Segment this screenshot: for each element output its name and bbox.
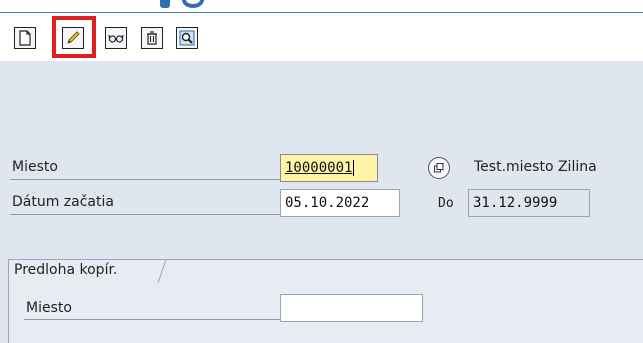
datum-from-input[interactable]: 05.10.2022 — [280, 189, 400, 217]
miesto-label: Miesto — [12, 159, 58, 175]
delete-button[interactable] — [141, 27, 163, 49]
highlight-box — [52, 16, 96, 58]
copy-template-tab-label: Predloha kopír. — [14, 262, 118, 278]
template-miesto-input[interactable] — [280, 294, 423, 322]
display-button[interactable] — [105, 27, 127, 49]
miesto-description: Test.miesto Zilina — [474, 159, 597, 175]
template-miesto-label: Miesto — [26, 300, 72, 316]
title-glyph-1 — [160, 0, 170, 8]
title-fragment — [160, 0, 218, 12]
template-miesto-underline — [24, 319, 280, 320]
miesto-input[interactable]: 10000001 — [280, 154, 378, 182]
trash-icon — [147, 31, 157, 45]
where-used-button[interactable] — [176, 27, 198, 49]
value-help-icon — [434, 163, 444, 173]
title-bar — [0, 0, 643, 12]
text-caret — [353, 160, 355, 176]
datum-label: Dátum začatia — [12, 194, 114, 210]
title-glyph-2 — [182, 0, 204, 8]
datum-underline — [10, 214, 280, 215]
main-area: Miesto 10000001 Test.miesto Zilina Dátum… — [0, 61, 643, 343]
datum-to-field: 31.12.9999 — [468, 189, 590, 217]
miesto-underline — [10, 179, 280, 180]
magnify-icon — [179, 30, 195, 46]
new-button[interactable] — [14, 27, 36, 49]
glasses-icon — [108, 34, 124, 43]
miesto-input-value: 10000001 — [285, 160, 353, 176]
search-help-button[interactable] — [428, 157, 450, 179]
application-toolbar — [0, 12, 643, 61]
new-icon — [19, 30, 31, 46]
do-label: Do — [438, 196, 454, 211]
